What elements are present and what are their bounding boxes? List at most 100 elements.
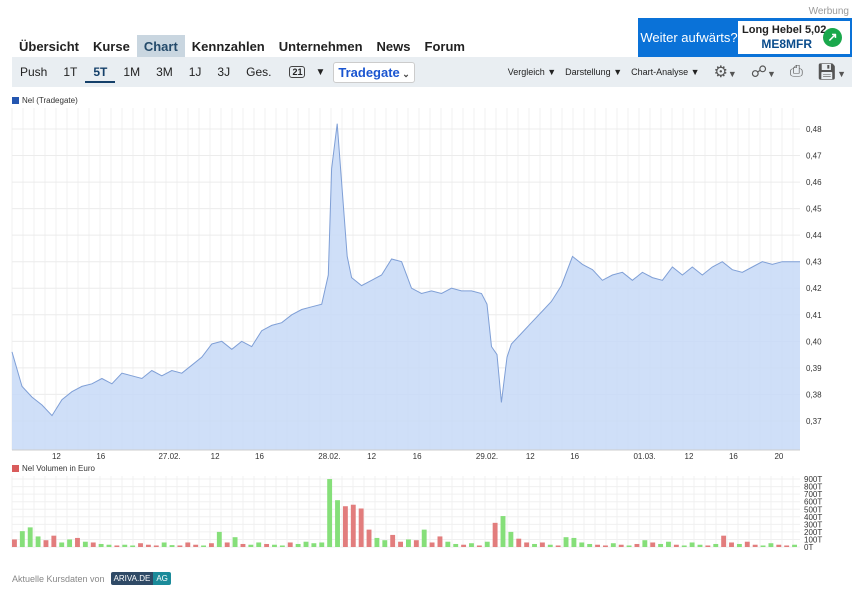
volume-bar (75, 537, 80, 547)
x-tick-label: 27.02. (158, 452, 180, 461)
data-source-text: Aktuelle Kursdaten von (12, 573, 105, 584)
volume-bar (768, 543, 774, 547)
volume-bar (429, 542, 435, 547)
volume-bar (547, 544, 553, 547)
x-tick-label: 12 (367, 452, 376, 461)
volume-bar (776, 544, 782, 547)
volume-bar (43, 540, 49, 547)
volume-bar (311, 543, 317, 547)
x-tick-label: 12 (211, 452, 220, 461)
price-volume-chart[interactable]: 0,37 0,38 0,39 0,40 0,41 0,42 0,43 0,44 0,45 0,46… (0, 0, 861, 613)
volume-bar (201, 545, 206, 547)
volume-bar (705, 545, 711, 547)
volume-bar (579, 542, 585, 547)
y-tick-label: 0,43 (806, 258, 822, 267)
x-tick-label: 16 (255, 452, 264, 461)
volume-bar (248, 544, 254, 547)
volume-bar (169, 545, 175, 547)
volume-bar (327, 479, 333, 547)
data-source: Aktuelle Kursdaten von ARIVA.DE AG (12, 572, 171, 585)
volume-bar (398, 541, 403, 547)
volume-bar (19, 531, 25, 547)
volume-bar (673, 544, 679, 547)
volume-bar (642, 540, 648, 547)
volume-bar (303, 541, 309, 547)
volume-bar (666, 541, 671, 547)
x-tick-label: 12 (685, 452, 694, 461)
volume-bar (35, 536, 41, 547)
volume-bar (752, 544, 758, 547)
ariva-logo-suffix: AG (153, 572, 171, 585)
y-tick-label: 0,45 (806, 205, 822, 214)
volume-bar (272, 544, 277, 547)
volume-bar (555, 545, 561, 547)
volume-bar (626, 545, 632, 547)
volume-bar (469, 543, 474, 547)
volume-bar (145, 544, 151, 547)
volume-bar (784, 545, 790, 547)
volume-bar (736, 543, 742, 547)
volume-bar (185, 542, 191, 547)
volume-bar (421, 529, 427, 547)
x-tick-label: 12 (52, 452, 61, 461)
volume-bar (729, 542, 734, 547)
y-tick-label: 0,44 (806, 231, 822, 240)
x-tick-label: 29.02. (476, 452, 498, 461)
volume-bar (98, 543, 104, 547)
y-tick-label: 0,39 (806, 364, 822, 373)
volume-bar (12, 539, 17, 547)
volume-bar (484, 541, 490, 547)
volume-bar (681, 545, 687, 547)
volume-bar (744, 541, 750, 547)
volume-bar (240, 543, 246, 547)
y-tick-label: 0,41 (806, 311, 822, 320)
volume-bar (445, 541, 451, 547)
volume-bar (161, 542, 167, 547)
volume-bar (130, 545, 136, 547)
volume-bar (603, 545, 608, 547)
y-tick-label: 0,47 (806, 152, 822, 161)
volume-bar (122, 544, 128, 547)
volume-bar (792, 544, 797, 547)
volume-bar (342, 506, 348, 547)
volume-bar (634, 543, 640, 547)
volume-bar (539, 542, 545, 547)
y-tick-label: 0,37 (806, 417, 822, 426)
y-tick-label: 0,42 (806, 284, 822, 293)
volume-bar (650, 542, 656, 547)
x-tick-label: 12 (526, 452, 535, 461)
volume-bar (587, 543, 593, 547)
y-tick-label: 0,38 (806, 390, 822, 399)
volume-bar (51, 535, 57, 547)
volume-bar (366, 529, 372, 547)
y-tick-label: 0,48 (806, 125, 822, 134)
volume-bar (177, 545, 183, 547)
volume-bar (563, 537, 569, 547)
volume-bar (27, 527, 33, 547)
volume-bar (697, 544, 703, 547)
volume-bar (595, 544, 600, 547)
volume-bar (658, 543, 664, 547)
volume-bar (516, 538, 522, 547)
volume-bar (193, 544, 199, 547)
volume-bar (264, 543, 270, 547)
volume-bar (382, 540, 388, 547)
volume-bar (524, 542, 530, 547)
volume-bar (59, 542, 65, 547)
volume-bar (295, 543, 301, 547)
volume-bar (67, 539, 73, 547)
volume-bar (358, 508, 364, 547)
volume-bar (406, 539, 411, 547)
ariva-logo[interactable]: ARIVA.DE (110, 572, 154, 585)
volume-bar (114, 545, 120, 547)
volume-bar (90, 542, 96, 547)
volume-bar (350, 504, 356, 547)
volume-bar (256, 542, 262, 547)
volume-bar (760, 545, 766, 547)
volume-bar (374, 537, 380, 547)
volume-bar (224, 542, 230, 547)
x-tick-label: 16 (729, 452, 738, 461)
y-tick-label: 900T (804, 475, 822, 484)
volume-bar (216, 531, 222, 547)
volume-bar (689, 542, 695, 547)
